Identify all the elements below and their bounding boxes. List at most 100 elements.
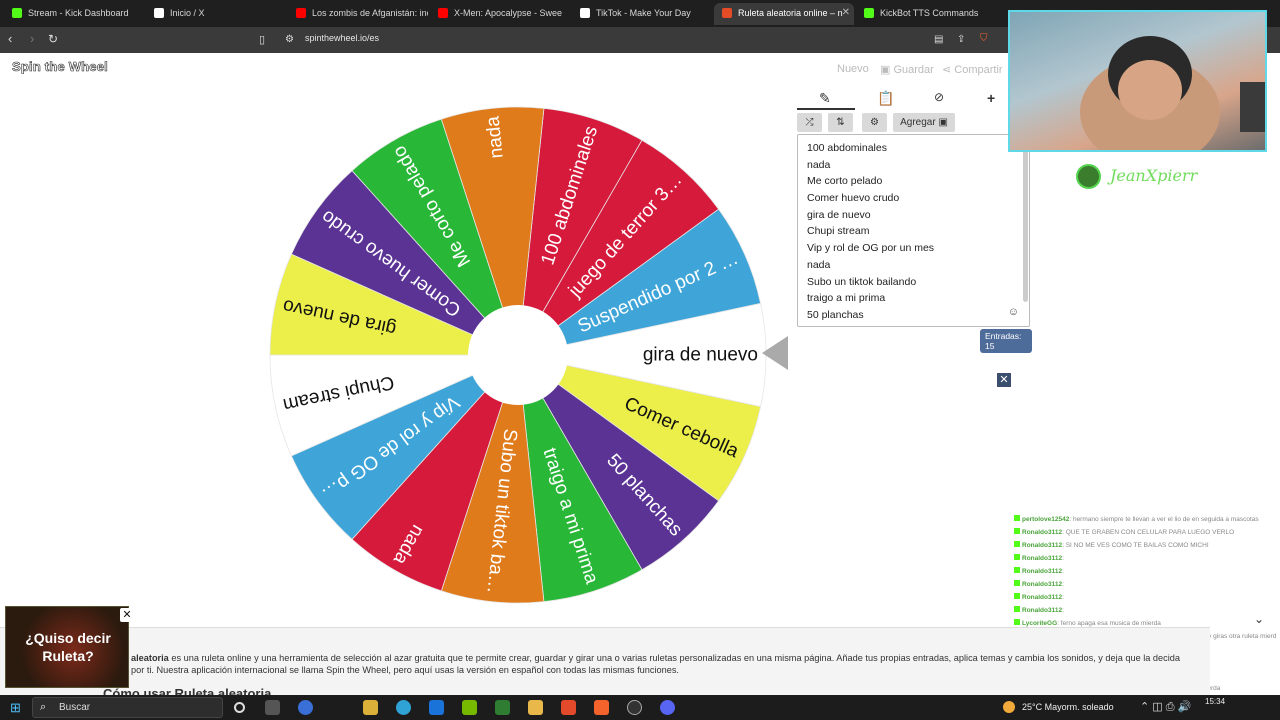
app-icon[interactable]: [561, 700, 576, 715]
entry-line[interactable]: nada: [798, 257, 934, 274]
active-tab-indicator: [797, 108, 855, 110]
close-tab-icon[interactable]: ✕: [842, 3, 850, 23]
wheel-center-hub[interactable]: [468, 305, 568, 405]
brave-shield-icon[interactable]: ⛉: [980, 33, 988, 44]
kick-icon: [12, 8, 22, 18]
terminal-icon[interactable]: [495, 700, 510, 715]
store-icon[interactable]: [363, 700, 378, 715]
kick-badge-icon: [1014, 528, 1020, 534]
chat-message: Ronaldo3112:: [1014, 553, 1276, 566]
chat-text: :: [1062, 581, 1064, 588]
sort-button[interactable]: ⇅: [828, 113, 853, 132]
tab-x[interactable]: Inicio / X: [146, 3, 286, 25]
weather-status[interactable]: 25°C Mayorm. soleado: [1022, 703, 1114, 712]
site-info-icon[interactable]: ⚙: [285, 34, 294, 45]
share-button[interactable]: ⋖ Compartir: [942, 63, 1003, 76]
chat-username: Ronaldo3112: [1022, 555, 1063, 562]
entry-line[interactable]: traigo a mi prima: [798, 290, 934, 307]
url-field[interactable]: spinthewheel.io/es: [305, 33, 379, 43]
chat-message: Ronaldo3112: SI NO ME VES COMO TE BAILAS…: [1014, 540, 1276, 553]
share-icon[interactable]: ⇪: [957, 34, 965, 45]
emoji-icon[interactable]: ☺: [1008, 306, 1019, 318]
kick-badge-icon: [1014, 554, 1020, 560]
shuffle-button[interactable]: ⤮: [797, 113, 822, 132]
save-button[interactable]: ▣ Guardar: [880, 63, 934, 76]
entries-scrollbar[interactable]: [1023, 137, 1028, 302]
entry-line[interactable]: Me corto pelado: [798, 173, 934, 190]
entry-line[interactable]: nada: [798, 157, 934, 174]
chat-message: Ronaldo3112:: [1014, 566, 1276, 579]
ruleta-popup[interactable]: ¿Quiso decir Ruleta? ✕: [5, 606, 134, 688]
tray-icons[interactable]: ⌃ ◫ ⎙ 🔊: [1140, 700, 1191, 714]
chat-text: :: [1062, 594, 1064, 601]
chat-text: : hermano siempre te llevan a ver el lio…: [1069, 516, 1259, 523]
chat-message: Ronaldo3112:: [1014, 605, 1276, 618]
entries-list: 100 abdominales nada Me corto pelado Comer …: [798, 140, 934, 324]
reload-icon[interactable]: ↻: [48, 32, 58, 46]
brave-icon[interactable]: [594, 700, 609, 715]
clock[interactable]: 15:34: [1205, 697, 1225, 707]
task-view-icon[interactable]: [234, 702, 245, 713]
chat-username: LycoriteGG: [1022, 620, 1058, 627]
close-icon[interactable]: ✕: [997, 373, 1011, 387]
kick-icon: [864, 8, 874, 18]
widgets-icon[interactable]: [265, 700, 280, 715]
hide-icon[interactable]: ⊘: [934, 90, 944, 104]
spin-wheel[interactable]: 100 abdominalesjuego de terror 3…Suspend…: [268, 105, 768, 605]
spinwheel-icon: [722, 8, 732, 18]
chat-username: Ronaldo3112: [1022, 581, 1063, 588]
description-section: aleatoria es una ruleta online y una her…: [0, 627, 1210, 701]
search-icon: ⌕: [40, 701, 47, 713]
tab-youtube-xmen[interactable]: X-Men: Apocalypse - Swee: [430, 3, 570, 25]
sort-icon: ⇅: [836, 117, 845, 128]
edge-icon[interactable]: [396, 700, 411, 715]
forward-icon[interactable]: ›: [30, 31, 34, 46]
windows-start-icon[interactable]: ⊞: [10, 700, 21, 716]
back-icon[interactable]: ‹: [8, 31, 12, 46]
entry-line[interactable]: Chupi stream: [798, 223, 934, 240]
nvidia-icon[interactable]: [462, 700, 477, 715]
chat-message: Ronaldo3112:: [1014, 579, 1276, 592]
mail-icon[interactable]: [429, 700, 444, 715]
entry-line[interactable]: Vip y rol de OG por un mes: [798, 240, 934, 257]
site-logo[interactable]: Spin the Wheel: [12, 59, 108, 75]
entry-line[interactable]: Comer huevo crudo: [798, 190, 934, 207]
entry-line[interactable]: Subo un tiktok bailando: [798, 274, 934, 291]
add-icon[interactable]: +: [987, 90, 995, 106]
tab-kick-dashboard[interactable]: Stream - Kick Dashboard: [4, 3, 144, 25]
tab-tiktok[interactable]: TikTok - Make Your Day: [572, 3, 712, 25]
share-icon: ⋖: [942, 64, 955, 76]
tab-ruleta[interactable]: Ruleta aleatoria online – n ✕: [714, 3, 854, 25]
image-icon: ▣: [938, 117, 948, 128]
entries-textarea[interactable]: 100 abdominales nada Me corto pelado Comer …: [797, 134, 1030, 327]
taskbar-search[interactable]: ⌕ Buscar: [32, 697, 223, 718]
tab-youtube-zombis[interactable]: Los zombis de Afganistán: incl: [288, 3, 428, 25]
new-button[interactable]: Nuevo: [837, 63, 869, 75]
obs-icon[interactable]: [627, 700, 642, 715]
chat-text: :: [1062, 568, 1064, 575]
chat-message: Ronaldo3112:: [1014, 592, 1276, 605]
wheel-segment-label: gira de nuevo: [643, 345, 758, 366]
chevron-down-icon[interactable]: ⌄: [1254, 612, 1264, 626]
wheel-pointer: [762, 336, 788, 370]
edit-icon[interactable]: ✎: [819, 90, 831, 107]
popup-text: ¿Quiso decir Ruleta?: [25, 630, 111, 664]
description-text: aleatoria es una ruleta online y una her…: [131, 653, 1181, 675]
copilot-icon[interactable]: [298, 700, 313, 715]
settings-button[interactable]: ⚙: [862, 113, 887, 132]
close-icon[interactable]: ✕: [120, 608, 134, 622]
tab-kickbot[interactable]: KickBot TTS Commands: [856, 3, 996, 25]
folder-icon[interactable]: [528, 700, 543, 715]
streamer-name: JeanXpierr: [1110, 166, 1198, 185]
add-image-button[interactable]: Agregar ▣: [893, 113, 955, 132]
chat-username: Ronaldo3112: [1022, 529, 1063, 536]
entry-line[interactable]: 100 abdominales: [798, 140, 934, 157]
bookmark-icon[interactable]: ▯: [259, 33, 265, 46]
chat-text: : QUE TE GRABEN CON CELULAR PARA LUEGO V…: [1062, 529, 1235, 536]
clipboard-icon[interactable]: 📋: [877, 90, 894, 107]
discord-icon[interactable]: [660, 700, 675, 715]
chat-username: Ronaldo3112: [1022, 607, 1063, 614]
reader-icon[interactable]: ▤: [934, 34, 943, 45]
entry-line[interactable]: 50 planchas: [798, 307, 934, 324]
entry-line[interactable]: gira de nuevo: [798, 207, 934, 224]
